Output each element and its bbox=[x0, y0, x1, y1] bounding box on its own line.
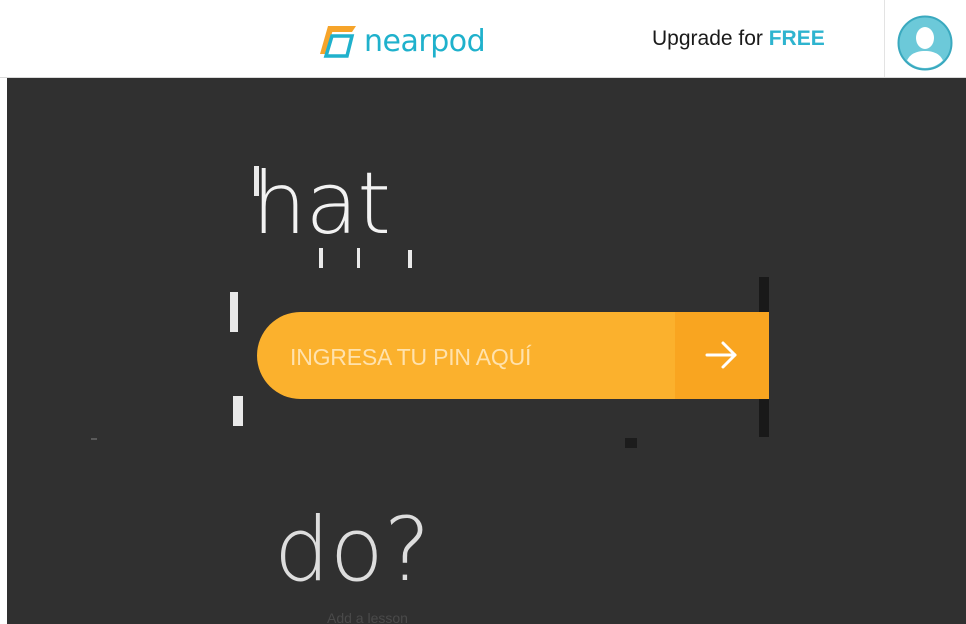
text-fragment bbox=[357, 248, 360, 268]
shadow-block bbox=[625, 438, 637, 448]
top-bar: nearpod Upgrade for FREE bbox=[0, 0, 966, 78]
nearpod-logo-icon bbox=[320, 26, 356, 58]
nearpod-logo[interactable]: nearpod bbox=[318, 22, 486, 62]
upgrade-link[interactable]: Upgrade for FREE bbox=[652, 27, 825, 51]
text-fragment bbox=[91, 438, 97, 440]
user-avatar-button[interactable] bbox=[897, 15, 953, 71]
main-stage: hat do? INGRESA TU PIN AQUÍ Add a lesson bbox=[7, 78, 966, 624]
bottom-faint-text: Add a lesson bbox=[327, 610, 408, 624]
pin-input[interactable]: INGRESA TU PIN AQUÍ bbox=[257, 312, 769, 399]
text-fragment bbox=[254, 166, 259, 196]
logo-text: nearpod bbox=[364, 24, 486, 59]
background-heading-bottom: do? bbox=[274, 498, 431, 601]
text-fragment bbox=[408, 250, 412, 268]
background-heading-top: hat bbox=[252, 154, 391, 254]
text-fragment bbox=[230, 292, 238, 332]
pin-placeholder: INGRESA TU PIN AQUÍ bbox=[290, 344, 532, 370]
left-border bbox=[0, 78, 7, 624]
upgrade-prefix: Upgrade for bbox=[652, 27, 769, 50]
header-divider bbox=[884, 0, 885, 77]
text-fragment bbox=[319, 248, 323, 268]
arrow-right-icon bbox=[705, 341, 737, 369]
text-fragment bbox=[233, 396, 243, 426]
user-avatar-icon bbox=[897, 15, 953, 71]
submit-pin-button[interactable] bbox=[675, 312, 769, 399]
upgrade-free-label: FREE bbox=[768, 27, 825, 50]
